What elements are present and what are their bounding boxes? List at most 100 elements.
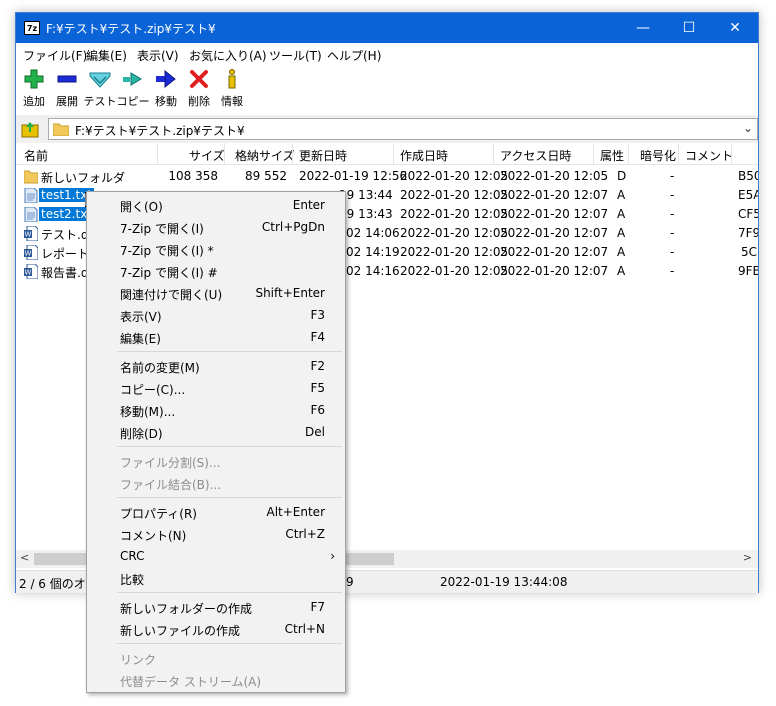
column-packed-size[interactable]: 格納サイズ xyxy=(235,147,295,164)
context-move[interactable]: 移動(M)... F6 xyxy=(87,399,345,421)
menu-favorites[interactable]: お気に入り(A) xyxy=(189,47,267,64)
file-created: 2022-01-20 12:05 xyxy=(400,169,509,183)
context-view[interactable]: 表示(V) F3 xyxy=(87,304,345,326)
menu-item-shortcut: Shift+Enter xyxy=(255,286,325,300)
column-accessed[interactable]: アクセス日時 xyxy=(500,147,571,164)
column-separator[interactable] xyxy=(493,143,494,165)
close-button[interactable]: ✕ xyxy=(712,13,758,43)
column-separator[interactable] xyxy=(731,143,732,165)
file-crc: CF5 xyxy=(738,207,758,221)
file-created: 2022-01-20 12:05 xyxy=(400,226,509,240)
title-bar[interactable]: 7z F:¥テスト¥テスト.zip¥テスト¥ — ☐ ✕ xyxy=(16,13,758,43)
file-packed-size: 89 552 xyxy=(245,169,287,183)
extract-button[interactable]: 展開 xyxy=(49,68,85,112)
context-alternate-streams: 代替データ ストリーム(A) xyxy=(87,669,345,691)
column-size[interactable]: サイズ xyxy=(189,147,225,164)
menu-item-shortcut: F3 xyxy=(310,308,325,322)
chevron-down-icon[interactable]: ⌄ xyxy=(743,121,753,135)
status-date: 2022-01-19 13:44:08 xyxy=(440,575,568,589)
context-new-folder[interactable]: 新しいフォルダーの作成 F7 xyxy=(87,596,345,618)
file-created: 2022-01-20 12:05 xyxy=(400,188,509,202)
file-attributes: A xyxy=(617,207,626,221)
menu-item-shortcut: Alt+Enter xyxy=(266,505,325,519)
column-comment[interactable]: コメント xyxy=(685,147,733,164)
context-open[interactable]: 開く(O) Enter xyxy=(87,194,345,216)
column-separator[interactable] xyxy=(393,143,394,165)
menu-item-label: 代替データ ストリーム(A) xyxy=(120,675,262,689)
context-open-in-7zip-hash[interactable]: 7-Zip で開く(I) # xyxy=(87,260,345,282)
menu-help[interactable]: ヘルプ(H) xyxy=(327,47,381,64)
column-name[interactable]: 名前 xyxy=(24,147,48,164)
address-field[interactable]: F:¥テスト¥テスト.zip¥テスト¥ ⌄ xyxy=(48,118,758,140)
menu-item-label: 削除(D) xyxy=(120,427,163,441)
file-accessed: 2022-01-20 12:07 xyxy=(500,207,609,221)
column-attributes[interactable]: 属性 xyxy=(600,147,624,164)
column-separator[interactable] xyxy=(593,143,594,165)
menu-view[interactable]: 表示(V) xyxy=(137,47,179,64)
scroll-left-icon[interactable]: < xyxy=(20,551,29,564)
menu-item-label: 関連付けで開く(U) xyxy=(120,288,223,302)
word-file-icon: W xyxy=(24,226,38,241)
minimize-button[interactable]: — xyxy=(620,13,666,43)
context-open-associated[interactable]: 関連付けで開く(U) Shift+Enter xyxy=(87,282,345,304)
file-modified: 19 13:44 xyxy=(339,188,393,202)
file-crc: B50 xyxy=(738,169,758,183)
menu-item-label: 移動(M)... xyxy=(120,405,176,419)
column-separator[interactable] xyxy=(224,143,225,165)
context-rename[interactable]: 名前の変更(M) F2 xyxy=(87,355,345,377)
toolbar: 追加 展開 テスト コピー 移動 削除 情報 xyxy=(16,65,758,115)
context-edit[interactable]: 編集(E) F4 xyxy=(87,326,345,348)
menu-item-label: 編集(E) xyxy=(120,332,161,346)
address-path: F:¥テスト¥テスト.zip¥テスト¥ xyxy=(75,124,245,138)
delete-button[interactable]: 削除 xyxy=(181,68,217,112)
column-encrypted[interactable]: 暗号化 xyxy=(640,147,676,164)
column-separator[interactable] xyxy=(628,143,629,165)
text-file-icon xyxy=(24,207,38,222)
info-button[interactable]: 情報 xyxy=(214,68,250,112)
menu-file[interactable]: ファイル(F) xyxy=(23,47,87,64)
context-new-file[interactable]: 新しいファイルの作成 Ctrl+N xyxy=(87,618,345,640)
file-crc: E5A xyxy=(738,188,758,202)
context-delete[interactable]: 削除(D) Del xyxy=(87,421,345,443)
file-name: 新しいフォルダ xyxy=(41,171,126,185)
test-label: テスト xyxy=(83,95,117,108)
column-created[interactable]: 作成日時 xyxy=(400,147,448,164)
file-attributes: D xyxy=(617,169,627,183)
file-attributes: A xyxy=(617,188,626,202)
context-open-in-7zip[interactable]: 7-Zip で開く(I) Ctrl+PgDn xyxy=(87,216,345,238)
maximize-button[interactable]: ☐ xyxy=(666,13,712,43)
context-crc[interactable]: CRC › xyxy=(87,545,345,567)
menu-separator xyxy=(117,446,342,447)
menu-item-shortcut: Ctrl+PgDn xyxy=(261,220,325,234)
context-properties[interactable]: プロパティ(R) Alt+Enter xyxy=(87,501,345,523)
test-button[interactable]: テスト xyxy=(82,68,118,112)
scroll-right-icon[interactable]: > xyxy=(743,551,752,564)
context-copy[interactable]: コピー(C)... F5 xyxy=(87,377,345,399)
column-modified[interactable]: 更新日時 xyxy=(299,147,347,164)
context-compare[interactable]: 比較 xyxy=(87,567,345,589)
status-size: 9 xyxy=(346,575,354,589)
column-separator[interactable] xyxy=(157,143,158,165)
file-encrypted: - xyxy=(670,188,675,202)
menu-edit[interactable]: 編集(E) xyxy=(86,47,127,64)
file-created: 2022-01-20 12:05 xyxy=(400,264,509,278)
add-label: 追加 xyxy=(23,95,45,108)
copy-button[interactable]: コピー xyxy=(115,68,151,112)
file-row-folder[interactable]: 新しいフォルダ 108 358 89 552 2022-01-19 12:56 … xyxy=(16,167,758,186)
file-encrypted: - xyxy=(670,245,675,259)
file-name: 報告書.d xyxy=(41,266,89,280)
menu-tools[interactable]: ツール(T) xyxy=(269,47,322,64)
file-accessed: 2022-01-20 12:07 xyxy=(500,245,609,259)
move-button[interactable]: 移動 xyxy=(148,68,184,112)
menu-item-label: 7-Zip で開く(I) # xyxy=(120,266,218,280)
column-separator[interactable] xyxy=(678,143,679,165)
file-accessed: 2022-01-20 12:07 xyxy=(500,226,609,240)
context-open-in-7zip-star[interactable]: 7-Zip で開く(I) * xyxy=(87,238,345,260)
add-button[interactable]: 追加 xyxy=(16,68,52,112)
address-bar: F:¥テスト¥テスト.zip¥テスト¥ ⌄ xyxy=(16,115,758,143)
menu-item-shortcut: F6 xyxy=(310,403,325,417)
context-comment[interactable]: コメント(N) Ctrl+Z xyxy=(87,523,345,545)
column-separator[interactable] xyxy=(292,143,293,165)
up-folder-icon[interactable] xyxy=(20,119,40,139)
file-modified: 19 13:43 xyxy=(339,207,393,221)
